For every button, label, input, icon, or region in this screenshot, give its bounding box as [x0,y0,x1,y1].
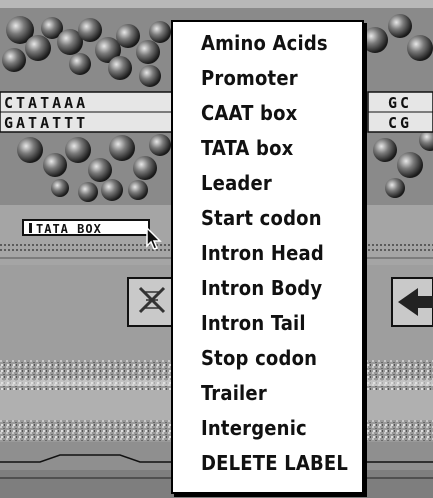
menu-item-amino-acids[interactable]: Amino Acids [201,28,328,58]
menu-item-intergenic[interactable]: Intergenic [201,413,307,443]
menu-item-promoter[interactable]: Promoter [201,63,298,93]
menu-item-stop-codon[interactable]: Stop codon [201,343,317,373]
label-popup-menu[interactable]: Amino Acids Promoter CAAT box TATA box L… [171,20,364,494]
menu-item-intron-head[interactable]: Intron Head [201,238,324,268]
sequence-bottom-right: CG [388,114,412,132]
menu-item-delete-label[interactable]: DELETE LABEL [201,448,348,478]
menu-item-leader[interactable]: Leader [201,168,272,198]
arrow-pointer-icon [146,226,162,250]
tata-box-label-tag[interactable]: TATA BOX [22,219,150,236]
left-arrow-button[interactable] [391,277,433,327]
menu-item-trailer[interactable]: Trailer [201,378,267,408]
sequence-bottom-left: GATATTT [4,114,88,132]
menu-item-intron-tail[interactable]: Intron Tail [201,308,306,338]
dna-helix-button[interactable] [127,277,177,327]
sequence-top-right: GC [388,94,412,112]
menu-item-start-codon[interactable]: Start codon [201,203,322,233]
menu-item-tata-box[interactable]: TATA box [201,133,293,163]
sequence-top-left: CTATAAA [4,94,88,112]
menu-item-caat-box[interactable]: CAAT box [201,98,297,128]
tata-box-label-text: TATA BOX [36,222,102,236]
menu-item-intron-body[interactable]: Intron Body [201,273,322,303]
